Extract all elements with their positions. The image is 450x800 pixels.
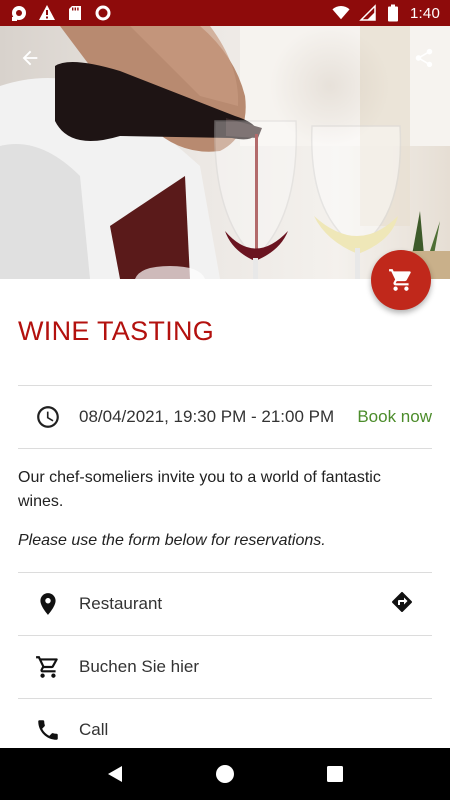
restaurant-row[interactable]: Restaurant (18, 574, 432, 634)
battery-icon (384, 4, 402, 22)
back-triangle-icon (108, 766, 122, 782)
event-datetime-row: 08/04/2021, 19:30 PM - 21:00 PM Book now (18, 387, 432, 447)
divider (18, 572, 432, 573)
event-description: Our chef-someliers invite you to a world… (18, 469, 381, 510)
system-nav-bar (0, 748, 450, 800)
wine-pouring-photo (0, 26, 450, 279)
cell-signal-icon (358, 4, 376, 22)
status-left-icons (10, 4, 112, 22)
status-bar: 1:40 (0, 0, 450, 26)
nav-recents-button[interactable] (315, 754, 355, 794)
cart-icon (389, 269, 411, 291)
share-button[interactable] (408, 42, 440, 74)
cart-icon (30, 649, 66, 685)
sd-card-icon (66, 4, 84, 22)
home-circle-icon (216, 765, 234, 783)
clock-icon (30, 399, 66, 435)
warning-icon (38, 4, 56, 22)
book-now-link[interactable]: Book now (357, 407, 432, 427)
cart-fab-button[interactable] (371, 250, 431, 310)
reservation-note: Please use the form below for reservatio… (18, 532, 326, 549)
booking-row[interactable]: Buchen Sie hier (18, 637, 432, 697)
restaurant-label: Restaurant (79, 594, 163, 613)
notification-icon (10, 4, 28, 22)
divider (18, 698, 432, 699)
divider (18, 385, 432, 386)
share-icon (415, 48, 433, 68)
directions-icon[interactable] (390, 590, 414, 619)
arrow-back-icon (22, 50, 38, 66)
event-title: WINE TASTING (18, 316, 215, 346)
event-datetime: 08/04/2021, 19:30 PM - 21:00 PM (79, 407, 335, 426)
record-icon (94, 4, 112, 22)
location-pin-icon (30, 586, 66, 622)
status-right-icons: 1:40 (332, 4, 440, 22)
phone-icon (30, 712, 66, 748)
nav-home-button[interactable] (205, 754, 245, 794)
booking-label: Buchen Sie hier (79, 657, 200, 676)
back-button[interactable] (14, 42, 46, 74)
recents-square-icon (327, 766, 343, 782)
divider (18, 448, 432, 449)
status-time: 1:40 (410, 4, 440, 22)
call-label: Call (79, 720, 109, 739)
wifi-icon (332, 4, 350, 22)
hero-image (0, 26, 450, 279)
nav-back-button[interactable] (95, 754, 135, 794)
divider (18, 635, 432, 636)
